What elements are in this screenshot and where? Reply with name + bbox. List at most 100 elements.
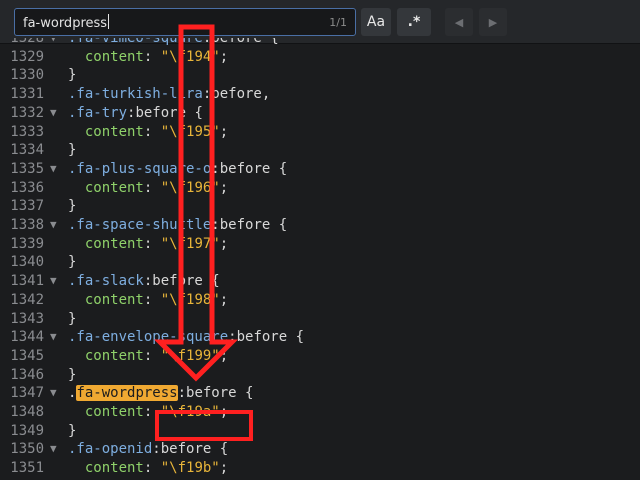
code-line: 1348 content: "\f19a";: [0, 403, 640, 422]
code-line: 1338 ▼ .fa-space-shuttle:before {: [0, 216, 640, 235]
code-line: 1344 ▼ .fa-envelope-square:before {: [0, 328, 640, 347]
code-line: 1333 content: "\f195";: [0, 123, 640, 142]
code-line: 1328 ▼ .fa-vimeo-square:before {: [0, 38, 640, 48]
code-line: 1349}: [0, 422, 640, 441]
fold-toggle-icon[interactable]: ▼: [50, 384, 57, 403]
code-line: 1332 ▼ .fa-try:before {: [0, 104, 640, 123]
code-token: content: [84, 235, 144, 252]
fold-toggle-icon[interactable]: ▼: [50, 104, 57, 123]
code-text: .fa-wordpress:before {: [68, 384, 253, 403]
match-case-button[interactable]: Aa: [361, 8, 391, 36]
fold-toggle-icon[interactable]: ▼: [50, 440, 57, 459]
code-line: 1334}: [0, 141, 640, 160]
code-token: "\f198": [160, 291, 220, 308]
code-token: }: [68, 254, 77, 271]
code-text: }: [68, 253, 76, 272]
line-number: 1340: [10, 254, 44, 271]
code-token: }: [68, 198, 77, 215]
code-token: .fa-vimeo-square: [68, 38, 203, 46]
match-count: 1/1: [329, 16, 347, 29]
code-text: }: [68, 422, 76, 441]
code-token: :before {: [177, 385, 254, 402]
code-text: .fa-envelope-square:before {: [68, 328, 304, 347]
line-number: 1337: [10, 198, 44, 215]
regex-button[interactable]: .*: [397, 8, 431, 36]
line-number: 1348: [10, 404, 44, 420]
code-token: :: [143, 291, 161, 308]
code-token: }: [68, 366, 77, 383]
code-token: :: [143, 179, 161, 196]
code-line: 1329 content: "\f194";: [0, 48, 640, 67]
code-line: 1346}: [0, 366, 640, 385]
code-token: :before {: [211, 217, 288, 233]
line-number: 1342: [10, 291, 44, 308]
line-number: 1338: [10, 217, 44, 233]
line-number: 1339: [10, 235, 44, 252]
previous-match-icon[interactable]: ◀: [445, 8, 473, 36]
code-token: :before,: [202, 86, 271, 103]
code-token: "\f19a": [160, 404, 220, 420]
fold-toggle-icon[interactable]: ▼: [50, 160, 57, 179]
code-text: content: "\f196";: [68, 179, 228, 198]
code-line: 1341 ▼ .fa-slack:before {: [0, 272, 640, 291]
code-line: 1337}: [0, 197, 640, 216]
code-token: :before {: [152, 441, 229, 458]
code-line: 1331 .fa-turkish-lira:before,: [0, 85, 640, 104]
line-number: 1334: [10, 142, 44, 159]
code-token: :: [143, 48, 161, 65]
code-token: :before {: [127, 104, 203, 121]
code-line: 1336 content: "\f196";: [0, 179, 640, 198]
code-text: }: [68, 141, 76, 160]
code-line: 1350 ▼ .fa-openid:before {: [0, 440, 640, 459]
fold-toggle-icon[interactable]: ▼: [50, 216, 57, 235]
code-token: }: [68, 142, 77, 159]
text-caret: [108, 14, 110, 29]
code-text: }: [68, 197, 76, 216]
fold-toggle-icon[interactable]: ▼: [50, 328, 57, 347]
code-editor[interactable]: 1328▼.fa-vimeo-square:before {1329 conte…: [0, 38, 640, 480]
line-number: 1332: [10, 104, 44, 121]
code-text: .fa-space-shuttle:before {: [68, 216, 287, 235]
code-token: .fa-slack: [68, 273, 144, 290]
code-token: ;: [219, 291, 229, 308]
line-number: 1333: [10, 123, 44, 140]
code-token: ;: [219, 460, 229, 477]
line-number: 1349: [10, 422, 44, 439]
code-token: :before {: [211, 160, 288, 177]
code-line: 1345 content: "\f199";: [0, 347, 640, 366]
code-text: }: [68, 310, 76, 329]
code-token: :before {: [143, 273, 220, 290]
code-token: :: [143, 347, 161, 364]
find-input[interactable]: fa-wordpress 1/1: [14, 8, 356, 36]
line-number: 1345: [10, 347, 44, 364]
code-token: content: [84, 123, 144, 140]
code-token: :: [143, 460, 161, 477]
code-text: .fa-slack:before {: [68, 272, 220, 291]
fold-toggle-icon[interactable]: ▼: [50, 272, 57, 291]
code-token: content: [84, 347, 144, 364]
next-match-icon[interactable]: ▶: [479, 8, 507, 36]
code-token: "\f195": [160, 123, 220, 140]
code-line: 1330}: [0, 66, 640, 85]
code-token: .fa-plus-square-o: [68, 160, 212, 177]
fold-toggle-icon[interactable]: ▼: [50, 38, 57, 48]
code-token: :before {: [228, 329, 305, 346]
line-number: 1346: [10, 366, 44, 383]
line-number: 1335: [10, 160, 44, 177]
code-text: }: [68, 366, 76, 385]
code-token: ;: [219, 404, 229, 420]
search-match-highlight: fa-wordpress: [76, 385, 178, 402]
code-token: content: [84, 404, 144, 420]
code-token: .fa-openid: [68, 441, 153, 458]
line-number: 1347: [10, 385, 44, 402]
line-number: 1336: [10, 179, 44, 196]
code-token: :: [143, 235, 161, 252]
code-text: content: "\f199";: [68, 347, 228, 366]
code-token: .fa-envelope-square: [68, 329, 229, 346]
line-number: 1341: [10, 273, 44, 290]
code-token: }: [68, 422, 77, 439]
code-token: content: [84, 291, 144, 308]
code-token: "\f196": [160, 179, 220, 196]
code-token: :: [143, 404, 161, 420]
